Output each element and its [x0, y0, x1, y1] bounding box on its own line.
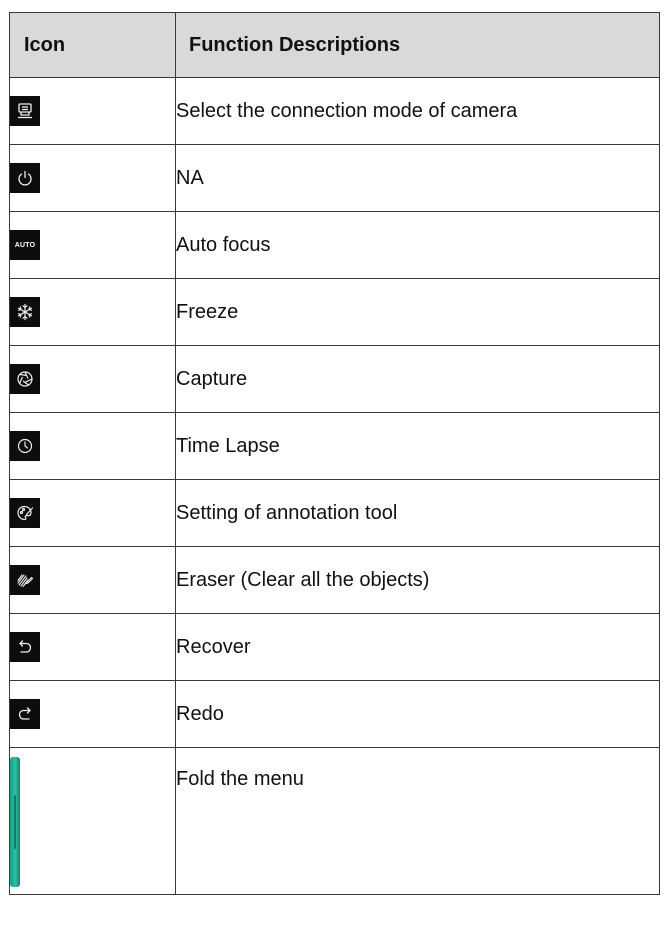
row-description: Capture — [175, 345, 660, 413]
table-row: Redo — [9, 680, 660, 748]
palette-icon — [10, 498, 40, 528]
table-row: NA — [9, 144, 660, 212]
redo-icon — [10, 699, 40, 729]
snowflake-icon — [10, 297, 40, 327]
fold-handle-icon — [10, 757, 20, 887]
header-description: Function Descriptions — [175, 12, 660, 78]
auto-icon: AUTO — [10, 230, 40, 260]
auto-icon-label: AUTO — [14, 241, 36, 249]
table-row: Time Lapse — [9, 412, 660, 480]
function-table: Icon Function Descriptions Select the co… — [9, 12, 660, 895]
table-row: Select the connection mode of camera — [9, 77, 660, 145]
row-description: Redo — [175, 680, 660, 748]
table-row: Setting of annotation tool — [9, 479, 660, 547]
row-description: Eraser (Clear all the objects) — [175, 546, 660, 614]
camera-connection-icon — [10, 96, 40, 126]
table-row: Eraser (Clear all the objects) — [9, 546, 660, 614]
table-row: Capture — [9, 345, 660, 413]
row-description: Setting of annotation tool — [175, 479, 660, 547]
table-row: AUTO Auto focus — [9, 211, 660, 279]
table-row: Recover — [9, 613, 660, 681]
header-icon: Icon — [9, 12, 176, 78]
aperture-icon — [10, 364, 40, 394]
power-icon — [10, 163, 40, 193]
row-description: Recover — [175, 613, 660, 681]
table-row: Freeze — [9, 278, 660, 346]
row-description: NA — [175, 144, 660, 212]
row-description: Fold the menu — [175, 747, 660, 895]
table-row: Fold the menu — [9, 747, 660, 895]
row-description: Time Lapse — [175, 412, 660, 480]
eraser-icon — [10, 565, 40, 595]
undo-icon — [10, 632, 40, 662]
clock-icon — [10, 431, 40, 461]
fold-grip — [14, 795, 16, 849]
table-header-row: Icon Function Descriptions — [9, 12, 660, 78]
row-description: Select the connection mode of camera — [175, 77, 660, 145]
row-description: Auto focus — [175, 211, 660, 279]
row-description: Freeze — [175, 278, 660, 346]
